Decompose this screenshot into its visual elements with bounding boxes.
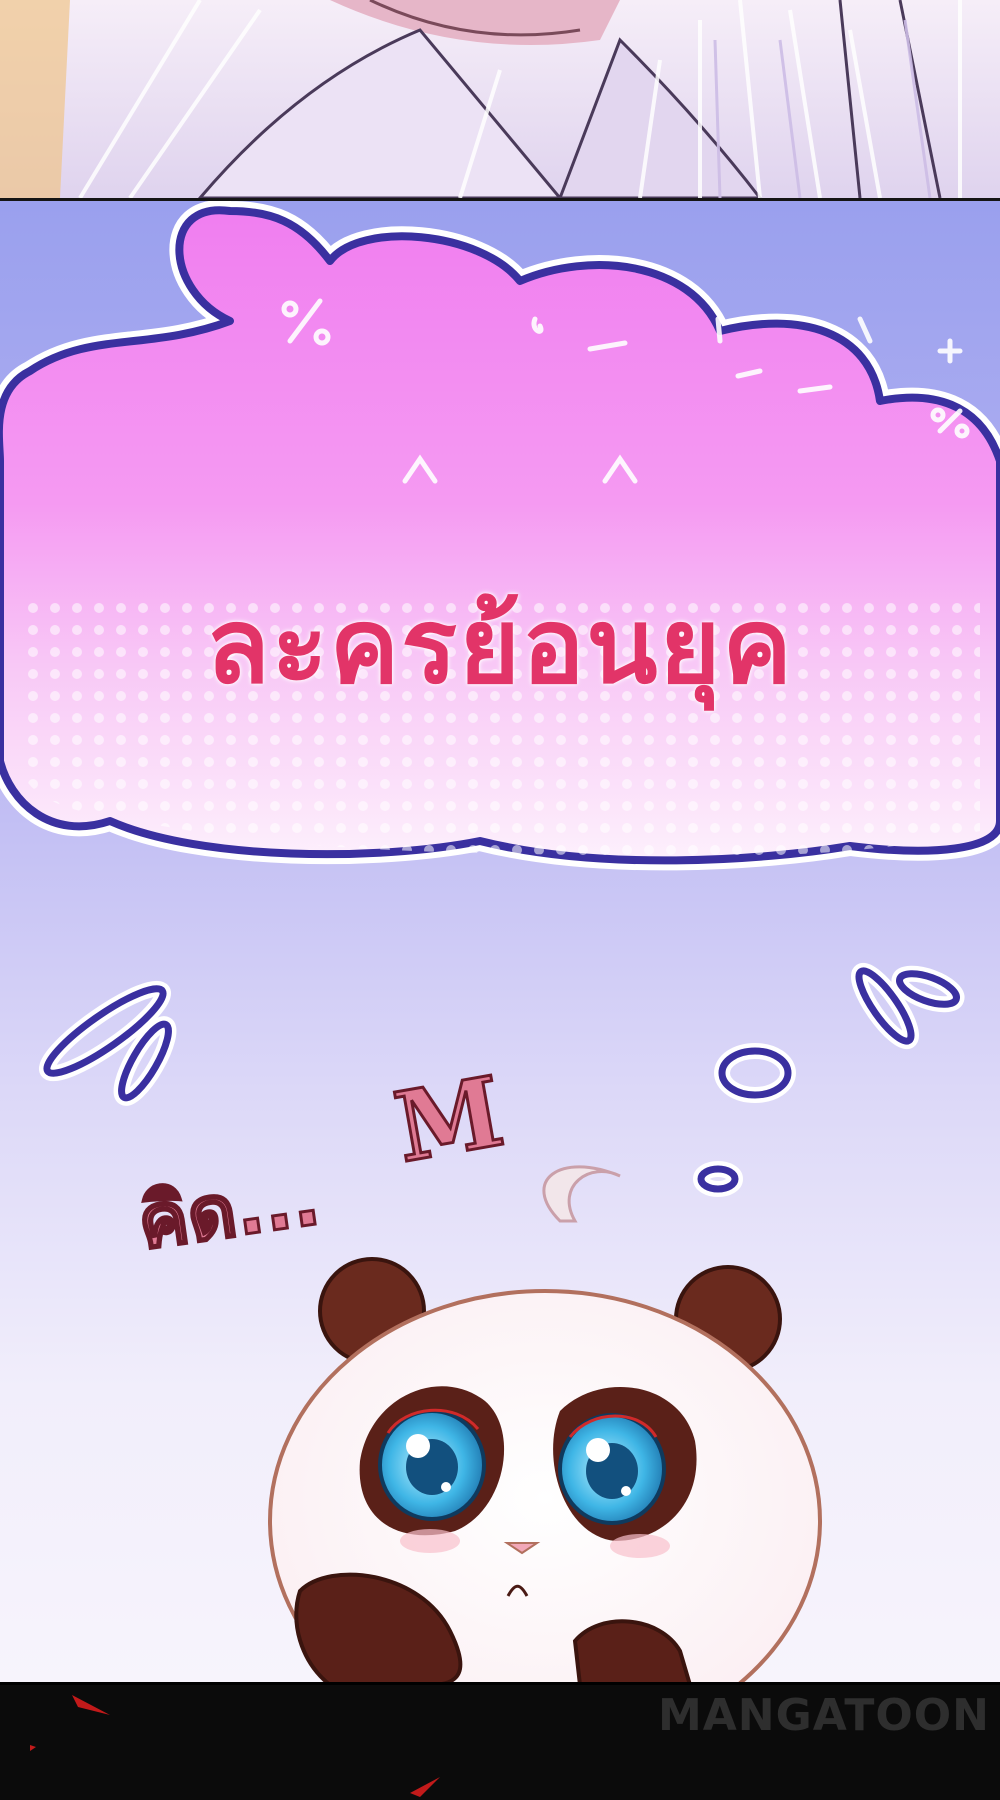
comic-page: ละครย้อนยุค คิด... M MANGATOON [0,0,1000,1800]
bubble-title-text: ละครย้อนยุค [205,585,795,707]
speech-bubble [0,201,1000,871]
top-panel [0,0,1000,198]
panda-icon [268,1165,822,1685]
watermark-logo: MANGATOON [657,1690,990,1741]
robe-illustration [0,0,1000,198]
sfx-text: M [385,1053,512,1186]
thinking-text: คิด... [132,1154,327,1267]
panel-art [0,201,1000,1685]
main-panel: ละครย้อนยุค คิด... M [0,198,1000,1685]
